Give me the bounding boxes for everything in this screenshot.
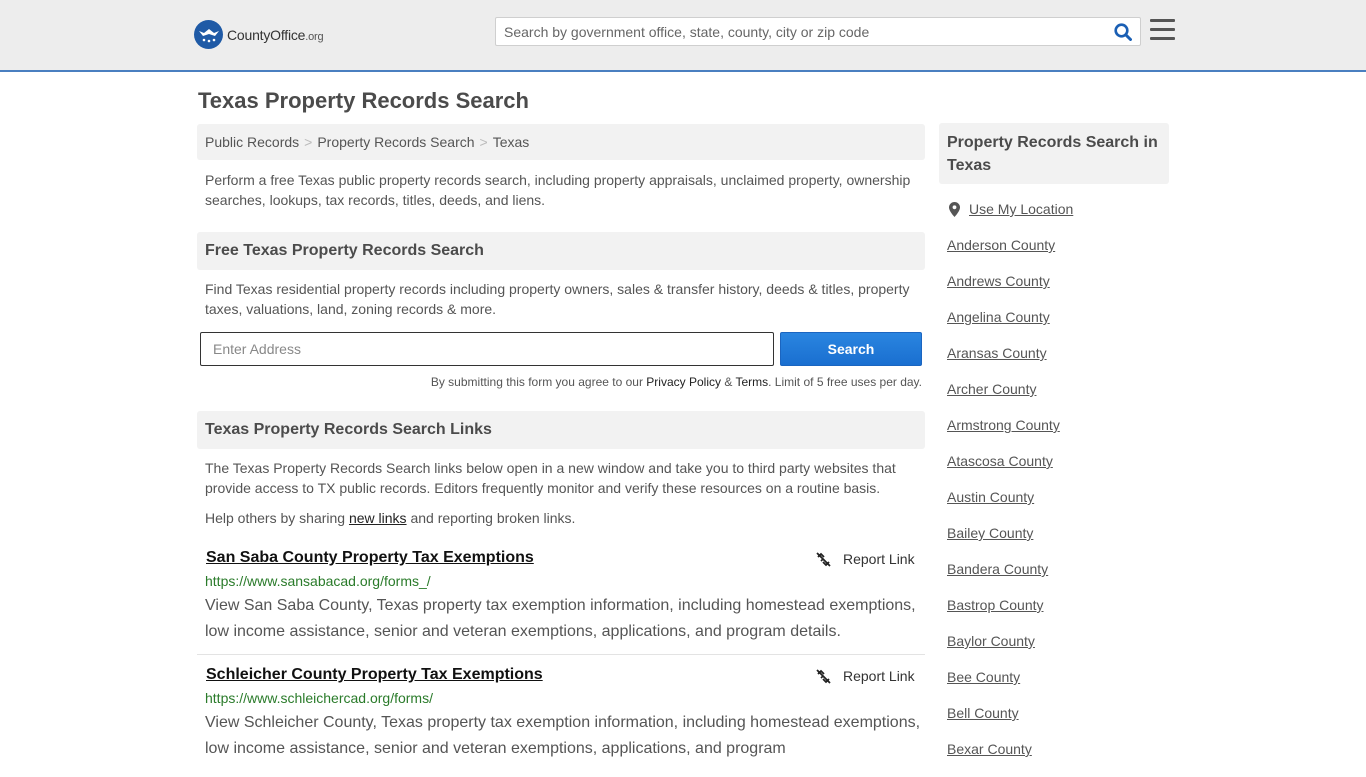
county-link[interactable]: Bastrop County bbox=[947, 597, 1044, 613]
county-link[interactable]: Bandera County bbox=[947, 561, 1048, 577]
county-link[interactable]: Atascosa County bbox=[947, 453, 1053, 469]
county-link[interactable]: Bexar County bbox=[947, 741, 1032, 757]
county-link[interactable]: Armstrong County bbox=[947, 417, 1060, 433]
site-search-input[interactable] bbox=[496, 18, 1096, 45]
resource-url: https://www.schleichercad.org/forms/ bbox=[205, 690, 433, 706]
resource-description: View San Saba County, Texas property tax… bbox=[205, 597, 916, 640]
help-text: Help others by sharing new links and rep… bbox=[205, 510, 576, 526]
privacy-policy-link[interactable]: Privacy Policy bbox=[646, 375, 721, 389]
resource-title-link[interactable]: Schleicher County Property Tax Exemption… bbox=[206, 666, 543, 684]
hamburger-icon[interactable] bbox=[1150, 19, 1175, 41]
county-link[interactable]: Archer County bbox=[947, 381, 1036, 397]
list-item: Angelina County bbox=[947, 309, 1060, 345]
intro-text: Perform a free Texas public property rec… bbox=[205, 172, 911, 208]
list-item: Baylor County bbox=[947, 633, 1060, 669]
list-item: Aransas County bbox=[947, 345, 1060, 381]
search-button[interactable]: Search bbox=[780, 332, 922, 366]
county-link[interactable]: Bell County bbox=[947, 705, 1019, 721]
list-item: San Saba County Property Tax Exemptions … bbox=[197, 549, 925, 654]
county-link[interactable]: Austin County bbox=[947, 489, 1034, 505]
report-link-button[interactable]: Report Link bbox=[816, 551, 915, 567]
county-link[interactable]: Andrews County bbox=[947, 273, 1050, 289]
list-item: Anderson County bbox=[947, 237, 1060, 273]
county-list: Anderson County Andrews County Angelina … bbox=[947, 237, 1060, 777]
site-header: CountyOffice.org bbox=[0, 0, 1366, 72]
free-search-description: Find Texas residential property records … bbox=[205, 281, 910, 317]
eagle-star-badge-icon bbox=[194, 20, 223, 49]
list-item: Atascosa County bbox=[947, 453, 1060, 489]
breadcrumb-texas[interactable]: Texas bbox=[493, 134, 530, 150]
page-title: Texas Property Records Search bbox=[198, 88, 529, 113]
resource-description: View Schleicher County, Texas property t… bbox=[205, 714, 921, 757]
list-item: Armstrong County bbox=[947, 417, 1060, 453]
site-logo[interactable]: CountyOffice.org bbox=[194, 20, 324, 49]
county-link[interactable]: Baylor County bbox=[947, 633, 1035, 649]
breadcrumb-public-records[interactable]: Public Records bbox=[205, 134, 299, 150]
list-item: Bee County bbox=[947, 669, 1060, 705]
logo-text: CountyOffice.org bbox=[227, 26, 324, 43]
magnifier-icon[interactable] bbox=[1114, 23, 1132, 41]
list-item: Austin County bbox=[947, 489, 1060, 525]
divider bbox=[197, 654, 925, 655]
list-item: Bailey County bbox=[947, 525, 1060, 561]
links-description: The Texas Property Records Search links … bbox=[205, 460, 896, 496]
county-link[interactable]: Aransas County bbox=[947, 345, 1047, 361]
resource-title-link[interactable]: San Saba County Property Tax Exemptions bbox=[206, 549, 534, 567]
free-search-heading: Free Texas Property Records Search bbox=[197, 232, 925, 270]
terms-notice: By submitting this form you agree to our… bbox=[430, 375, 922, 389]
sidebar-heading: Property Records Search in Texas bbox=[939, 123, 1169, 184]
list-item: Bell County bbox=[947, 705, 1060, 741]
list-item: Bexar County bbox=[947, 741, 1060, 777]
list-item: Bandera County bbox=[947, 561, 1060, 597]
list-item: Bastrop County bbox=[947, 597, 1060, 633]
breadcrumb-separator: > bbox=[304, 134, 313, 150]
new-links-link[interactable]: new links bbox=[349, 510, 407, 526]
terms-link[interactable]: Terms bbox=[735, 375, 768, 389]
county-link[interactable]: Bee County bbox=[947, 669, 1020, 685]
links-heading: Texas Property Records Search Links bbox=[197, 411, 925, 449]
list-item: Schleicher County Property Tax Exemption… bbox=[197, 666, 925, 776]
list-item: Archer County bbox=[947, 381, 1060, 417]
list-item: Andrews County bbox=[947, 273, 1060, 309]
use-my-location-link[interactable]: Use My Location bbox=[969, 201, 1073, 217]
site-search bbox=[495, 17, 1141, 46]
map-pin-icon bbox=[949, 201, 960, 217]
breadcrumb: Public Records > Property Records Search > T… bbox=[197, 124, 925, 160]
broken-link-icon bbox=[816, 551, 831, 567]
resource-url: https://www.sansabacad.org/forms_/ bbox=[205, 573, 431, 589]
address-input[interactable] bbox=[200, 332, 774, 366]
report-link-button[interactable]: Report Link bbox=[816, 668, 915, 684]
breadcrumb-separator: > bbox=[479, 134, 488, 150]
breadcrumb-property-records[interactable]: Property Records Search bbox=[317, 134, 474, 150]
county-link[interactable]: Anderson County bbox=[947, 237, 1055, 253]
use-location: Use My Location bbox=[949, 201, 1073, 217]
county-link[interactable]: Angelina County bbox=[947, 309, 1050, 325]
broken-link-icon bbox=[816, 668, 831, 684]
county-link[interactable]: Bailey County bbox=[947, 525, 1033, 541]
